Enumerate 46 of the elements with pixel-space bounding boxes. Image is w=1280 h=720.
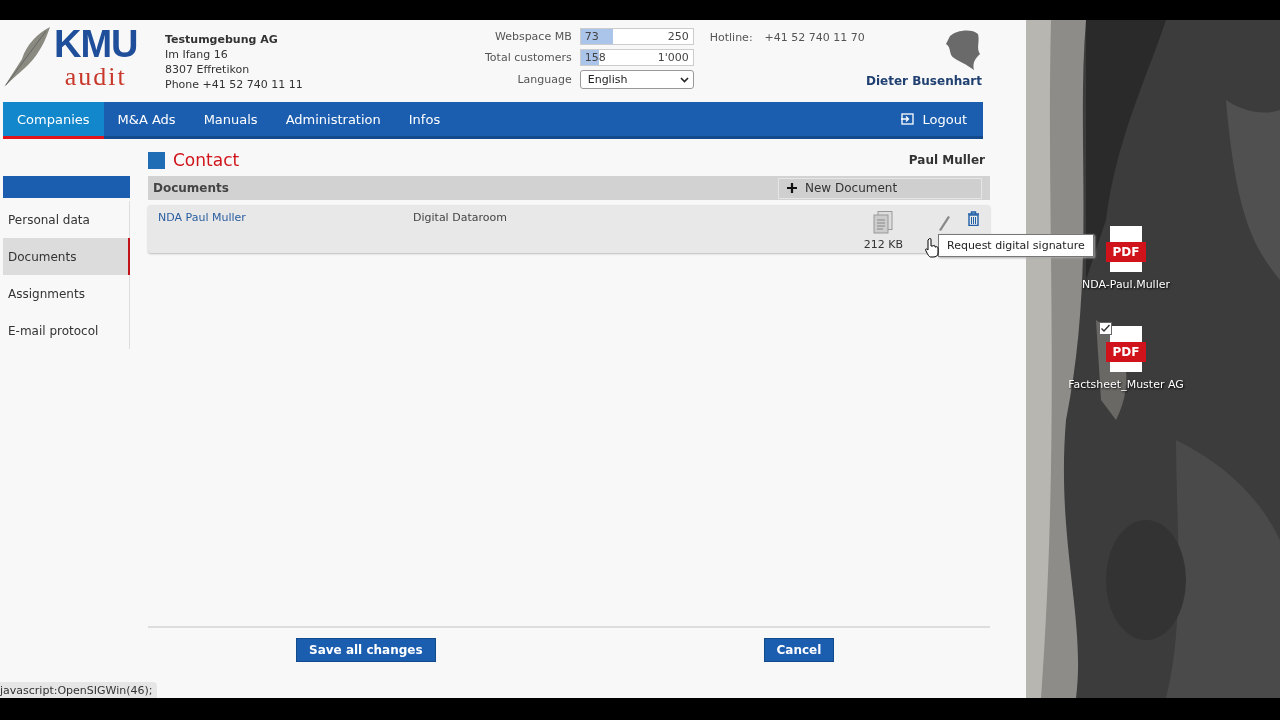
contact-name: Paul Muller [908,153,985,167]
language-select[interactable]: English [579,70,694,89]
trash-icon[interactable] [967,211,980,226]
sidebar-item[interactable]: Assignments [3,275,130,312]
meter-value: 158 [584,51,606,64]
document-category: Digital Dataroom [413,211,507,224]
checkbox[interactable] [1099,322,1112,335]
address-line: Im Ifang 16 [165,47,229,62]
hotline-number: +41 52 740 11 70 [764,31,865,44]
hotline-label: Hotline: [709,31,753,44]
nav-tab[interactable]: M&A Ads [103,102,190,139]
address-line: 8307 Effretikon [165,62,251,77]
meter-label: Webspace MB [493,30,572,43]
logout-icon [901,113,915,125]
meter-label: Total customers [485,51,572,64]
file-size: 212 KB [863,238,903,251]
nav-tab[interactable]: Infos [394,102,455,139]
status-bar: javascript:OpenSIGWin(46); [0,682,157,698]
cancel-button[interactable]: Cancel [763,638,835,662]
meter-max: 1'000 [657,51,689,64]
chevron-icon [679,76,689,83]
nav-tab[interactable]: Manuals [189,102,272,139]
sidebar-item[interactable]: E-mail protocol [3,312,130,349]
meter-value: 73 [584,30,599,43]
sidebar-item[interactable]: Documents [3,238,130,275]
new-document-button[interactable]: New Document [778,177,982,199]
meter-max: 250 [667,30,689,43]
nav-tab[interactable]: Administration [271,102,395,139]
language-label: Language [516,73,572,86]
address-line: Phone +41 52 740 11 11 [165,77,304,92]
tooltip: Request digital signature [938,234,1094,257]
feather-icon [2,25,52,89]
file-name: Factsheet_Muster AG [1068,378,1184,391]
page-title: Contact [173,150,240,170]
hand-cursor-icon [925,238,939,258]
section-title: Documents [153,181,229,195]
company-name: Testumgebung AG [165,32,279,47]
document-link[interactable]: NDA Paul Muller [158,211,413,224]
nav-tab[interactable]: Companies [3,102,104,139]
plus-icon [787,183,797,193]
pen-icon[interactable] [937,214,951,232]
save-button[interactable]: Save all changes [296,638,436,662]
user-name: Dieter Busenhart [866,74,982,88]
file-name: NDA-Paul.Muller [1082,278,1170,291]
title-square-icon [148,151,165,169]
logout-button[interactable]: Logout [885,102,983,136]
